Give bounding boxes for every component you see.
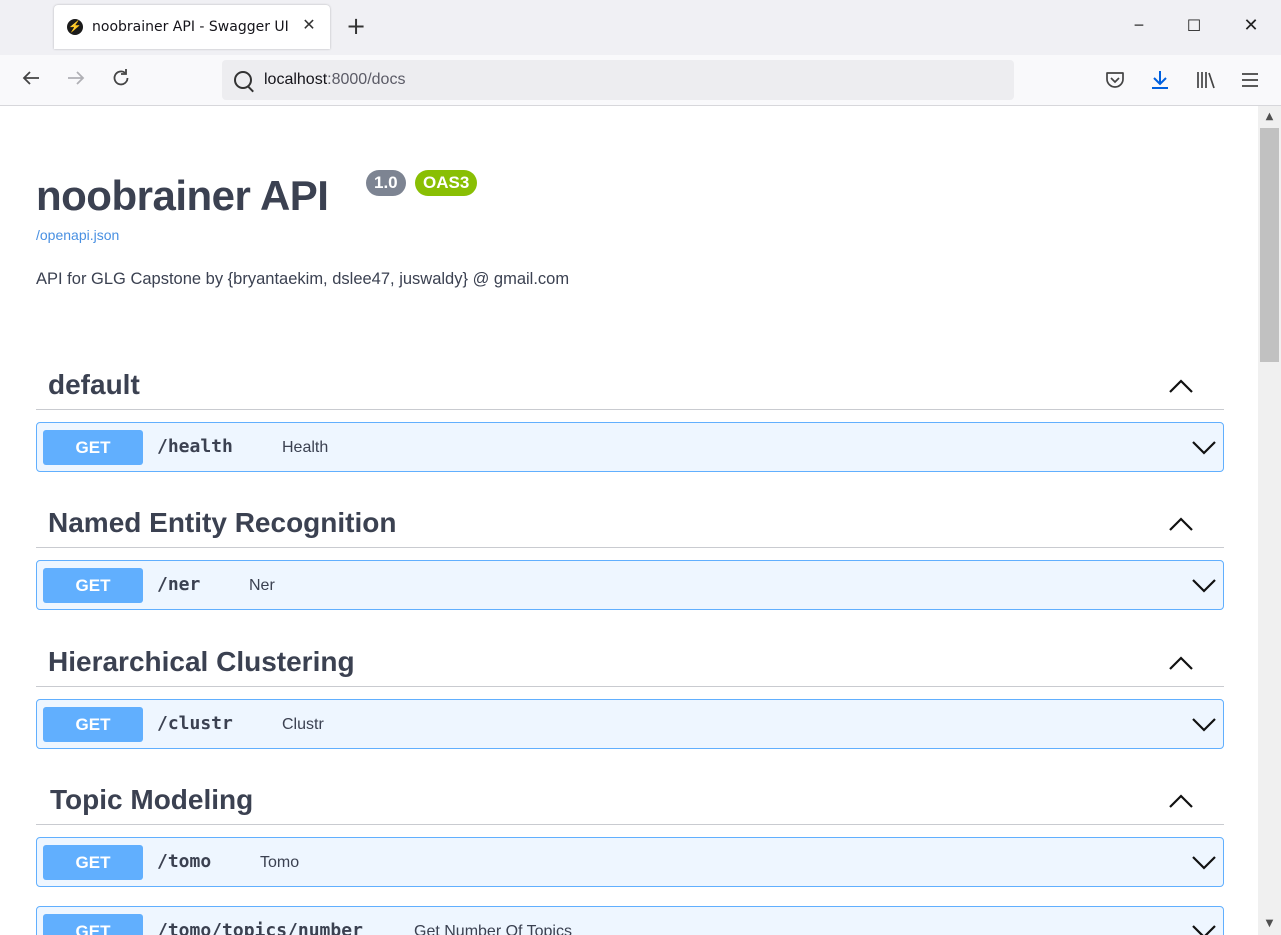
swagger-page: noobrainer API 1.0 OAS3 /openapi.json AP… bbox=[0, 106, 1258, 935]
pocket-icon[interactable] bbox=[1103, 68, 1127, 92]
back-arrow-icon[interactable] bbox=[18, 67, 44, 93]
operation-path: /ner bbox=[157, 574, 201, 595]
collapse-chevron-up-icon[interactable] bbox=[1168, 377, 1194, 397]
forward-arrow-icon[interactable] bbox=[63, 67, 89, 93]
window-minimize-button[interactable]: ─ bbox=[1127, 14, 1151, 38]
window-close-button[interactable]: ✕ bbox=[1239, 14, 1263, 38]
search-icon bbox=[234, 71, 252, 89]
reload-icon[interactable] bbox=[108, 67, 134, 93]
downloads-icon[interactable] bbox=[1148, 68, 1172, 92]
collapse-chevron-up-icon[interactable] bbox=[1168, 792, 1194, 812]
expand-chevron-down-icon[interactable] bbox=[1191, 920, 1217, 935]
collapse-chevron-up-icon[interactable] bbox=[1168, 654, 1194, 674]
expand-chevron-down-icon[interactable] bbox=[1191, 436, 1217, 458]
section-title: Topic Modeling bbox=[50, 784, 254, 815]
operation-path: /clustr bbox=[157, 713, 233, 734]
section-title: Hierarchical Clustering bbox=[48, 646, 355, 677]
menu-hamburger-icon[interactable] bbox=[1238, 68, 1262, 92]
operation-get-ner[interactable]: GET /ner Ner bbox=[36, 560, 1224, 610]
operation-get-clustr[interactable]: GET /clustr Clustr bbox=[36, 699, 1224, 749]
new-tab-button[interactable]: + bbox=[344, 14, 368, 38]
section-hierarchical-clustering[interactable]: Hierarchical Clustering bbox=[36, 638, 1224, 687]
scroll-down-arrow-icon[interactable]: ▼ bbox=[1258, 915, 1281, 933]
operation-summary: Ner bbox=[249, 577, 275, 594]
tab-title: noobrainer API - Swagger UI bbox=[92, 19, 289, 35]
library-icon[interactable] bbox=[1194, 68, 1218, 92]
window-maximize-button[interactable]: ☐ bbox=[1182, 14, 1206, 38]
collapse-chevron-up-icon[interactable] bbox=[1168, 515, 1194, 535]
page-scrollbar[interactable]: ▲ ▼ bbox=[1258, 106, 1281, 935]
section-title: default bbox=[48, 369, 140, 400]
operation-summary: Health bbox=[282, 439, 329, 456]
operation-path: /health bbox=[157, 436, 233, 457]
expand-chevron-down-icon[interactable] bbox=[1191, 574, 1217, 596]
address-bar[interactable]: localhost:8000/docs bbox=[222, 60, 1014, 100]
http-method-badge: GET bbox=[43, 430, 143, 465]
operation-path: /tomo bbox=[157, 851, 212, 872]
oas-badge: OAS3 bbox=[415, 170, 478, 196]
operation-get-tomo[interactable]: GET /tomo Tomo bbox=[36, 837, 1224, 887]
api-description: API for GLG Capstone by {bryantaekim, ds… bbox=[36, 270, 570, 288]
http-method-badge: GET bbox=[43, 707, 143, 742]
operation-summary: Get Number Of Topics bbox=[414, 923, 572, 935]
section-named-entity-recognition[interactable]: Named Entity Recognition bbox=[36, 499, 1224, 548]
section-title: Named Entity Recognition bbox=[48, 507, 397, 538]
swagger-favicon-icon: ⚡ bbox=[67, 19, 83, 35]
operation-summary: Tomo bbox=[260, 854, 300, 871]
tab-close-icon[interactable]: ✕ bbox=[300, 17, 318, 35]
section-topic-modeling[interactable]: Topic Modeling bbox=[36, 776, 1224, 825]
http-method-badge: GET bbox=[43, 845, 143, 880]
scroll-up-arrow-icon[interactable]: ▲ bbox=[1258, 108, 1281, 126]
browser-tab[interactable]: ⚡ noobrainer API - Swagger UI ✕ bbox=[54, 5, 330, 49]
version-badge: 1.0 bbox=[366, 170, 406, 196]
expand-chevron-down-icon[interactable] bbox=[1191, 713, 1217, 735]
url-text[interactable]: localhost:8000/docs bbox=[264, 71, 405, 89]
scrollbar-thumb[interactable] bbox=[1260, 128, 1279, 362]
expand-chevron-down-icon[interactable] bbox=[1191, 851, 1217, 873]
openapi-spec-link[interactable]: /openapi.json bbox=[36, 227, 119, 243]
http-method-badge: GET bbox=[43, 568, 143, 603]
api-title: noobrainer API bbox=[36, 172, 329, 219]
section-default[interactable]: default bbox=[36, 361, 1224, 410]
operation-summary: Clustr bbox=[282, 716, 324, 733]
operation-get-health[interactable]: GET /health Health bbox=[36, 422, 1224, 472]
operation-path: /tomo/topics/number bbox=[157, 920, 363, 935]
operation-get-tomo-topics-number[interactable]: GET /tomo/topics/number Get Number Of To… bbox=[36, 906, 1224, 935]
tab-strip: ⚡ noobrainer API - Swagger UI ✕ + ─ ☐ ✕ bbox=[0, 0, 1281, 55]
http-method-badge: GET bbox=[43, 914, 143, 935]
